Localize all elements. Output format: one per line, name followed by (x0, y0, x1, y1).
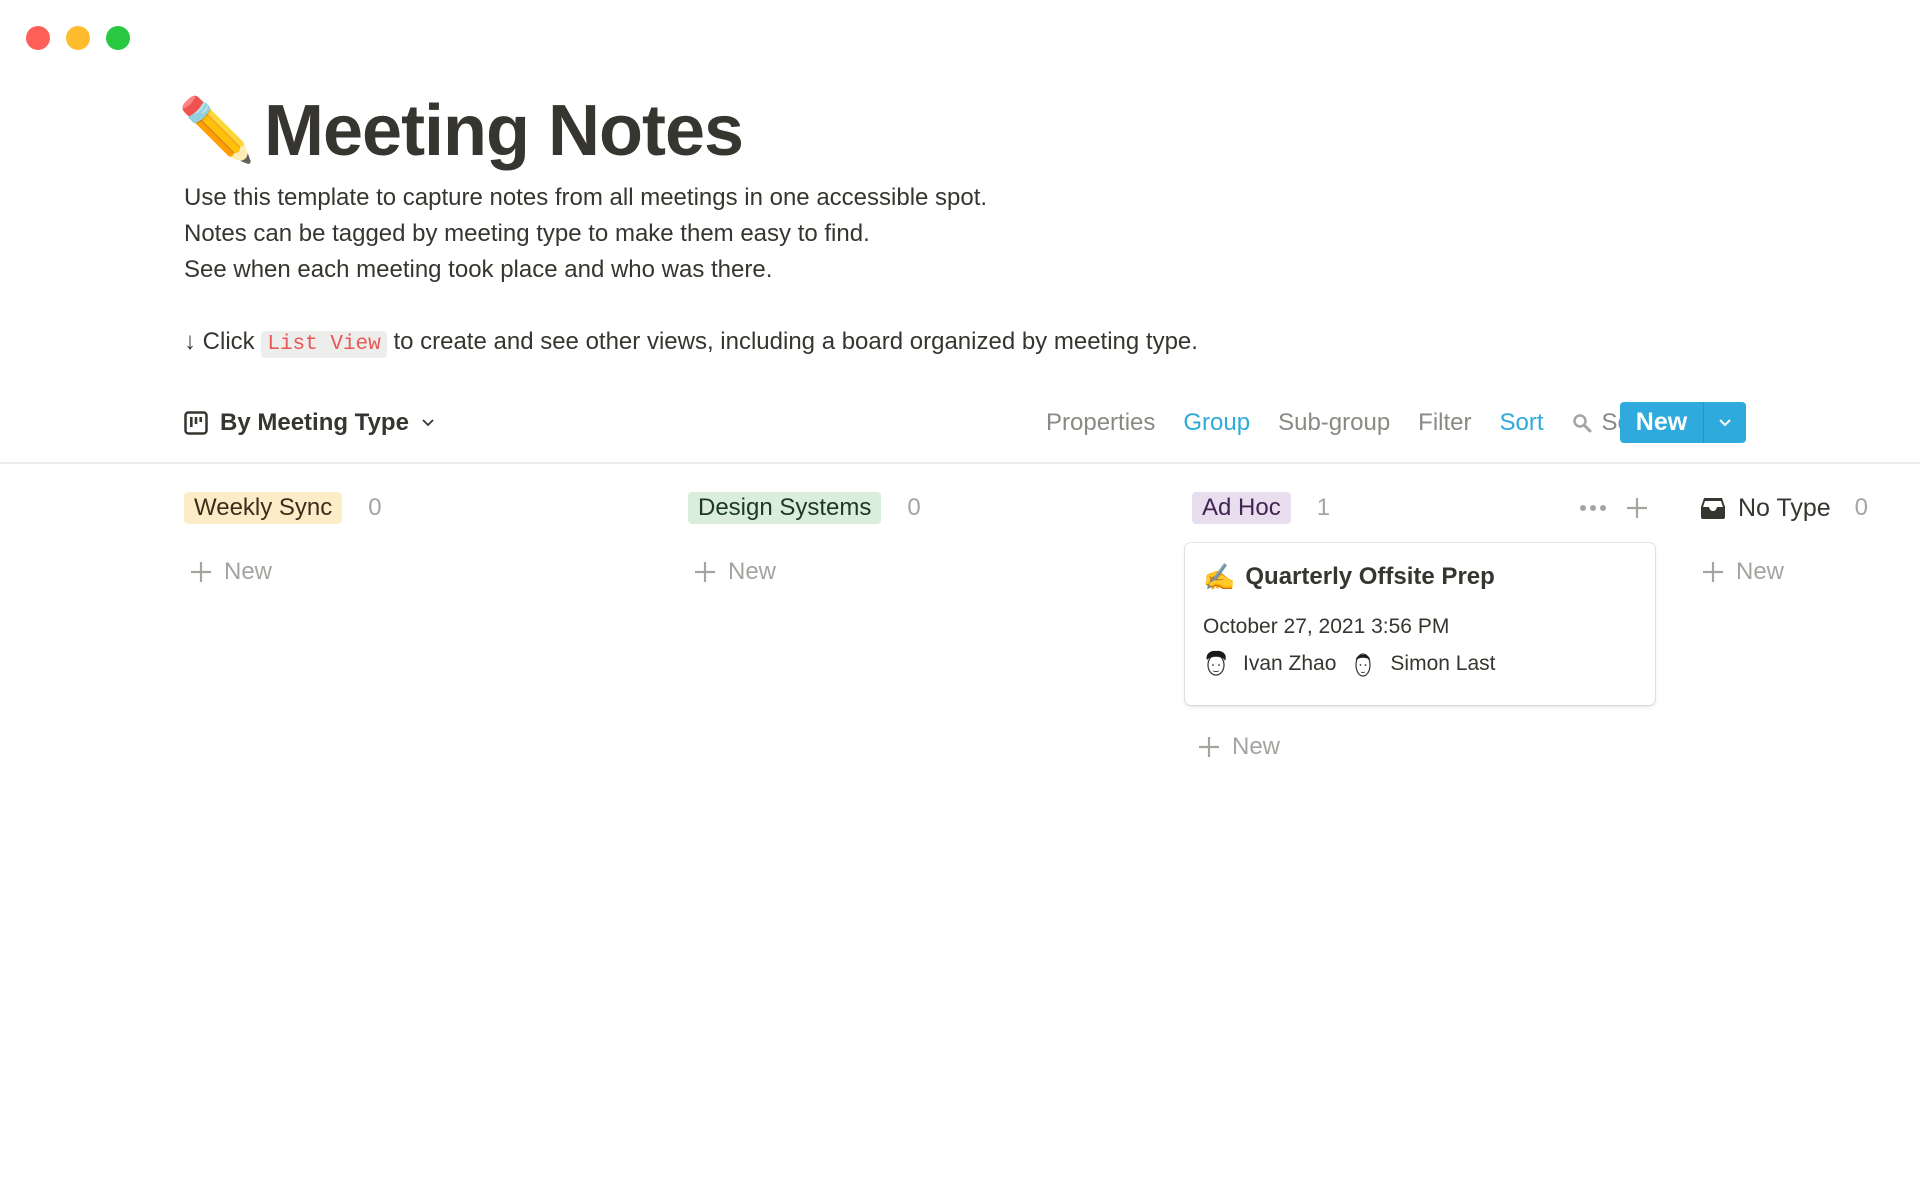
card-title-text: Quarterly Offsite Prep (1245, 563, 1495, 590)
sort-button[interactable]: Sort (1500, 409, 1544, 437)
group-tag[interactable]: Design Systems (688, 492, 882, 524)
inbox-icon (1701, 498, 1725, 519)
card-title: ✍️ Quarterly Offsite Prep (1203, 559, 1637, 595)
group-tag[interactable]: Weekly Sync (184, 492, 343, 524)
view-name: By Meeting Type (220, 409, 409, 436)
group-count: 0 (907, 494, 921, 521)
column-header: No Type 0 (1700, 490, 1920, 526)
page-header: ✏️ Meeting Notes (178, 86, 744, 176)
hint-suffix: to create and see other views, including… (393, 328, 1198, 355)
avatar-icon (1206, 650, 1226, 676)
attendee-name: Simon Last (1390, 652, 1496, 675)
add-new-label: New (1232, 733, 1281, 760)
column-header: Weekly Sync 0 (184, 490, 654, 526)
plus-icon (191, 562, 211, 582)
group-tag[interactable]: Ad Hoc (1192, 492, 1291, 524)
add-new-card-button[interactable]: New (694, 554, 1158, 590)
description-line: Notes can be tagged by meeting type to m… (184, 220, 870, 247)
board-column-design-systems: Design Systems 0 New (688, 490, 1158, 590)
maximize-window-button[interactable] (106, 26, 130, 50)
attendee-name: Ivan Zhao (1243, 652, 1337, 675)
attendee: Ivan Zhao (1203, 650, 1336, 678)
plus-icon[interactable] (1626, 497, 1648, 519)
add-new-card-button[interactable]: New (1198, 729, 1662, 765)
pencil-icon[interactable]: ✏️ (178, 100, 256, 162)
card-date: October 27, 2021 3:56 PM (1203, 615, 1450, 638)
page-title[interactable]: Meeting Notes (264, 86, 744, 176)
window-controls (26, 26, 130, 50)
plus-icon (1703, 562, 1723, 582)
group-button[interactable]: Group (1183, 409, 1250, 437)
new-button-group: New (1620, 402, 1746, 443)
chevron-down-icon (422, 419, 434, 427)
card-attendees: Ivan Zhao Simon Last (1203, 649, 1637, 679)
filter-button[interactable]: Filter (1418, 409, 1471, 437)
chevron-down-icon (1719, 418, 1731, 426)
subgroup-button[interactable]: Sub-group (1278, 409, 1390, 437)
board-column-ad-hoc: Ad Hoc 1 ✍️ Quarterly Offsite Prep Octob… (1185, 490, 1662, 765)
plus-icon (1199, 737, 1219, 757)
view-selector[interactable]: By Meeting Type (184, 400, 435, 446)
column-actions (1580, 490, 1648, 526)
page-description: Use this template to capture notes from … (184, 180, 1198, 363)
hint-line: ↓ Click List View to create and see othe… (184, 324, 1198, 363)
group-count: 0 (1854, 494, 1869, 521)
add-new-label: New (224, 558, 273, 585)
toolbar-divider (0, 462, 1920, 464)
add-new-card-button[interactable]: New (190, 554, 654, 590)
add-new-label: New (728, 558, 777, 585)
new-button[interactable]: New (1620, 402, 1703, 443)
avatar-icon (1355, 653, 1372, 677)
search-icon (1572, 414, 1592, 433)
board-column-no-type: No Type 0 New (1700, 490, 1920, 590)
board-column-weekly-sync: Weekly Sync 0 New (184, 490, 654, 590)
column-more-icon[interactable] (1580, 505, 1606, 511)
inline-code-list-view: List View (261, 331, 387, 358)
attendee: Simon Last (1350, 650, 1495, 678)
group-count: 1 (1316, 494, 1331, 521)
close-window-button[interactable] (26, 26, 50, 50)
group-label[interactable]: No Type (1738, 494, 1831, 523)
board-card[interactable]: ✍️ Quarterly Offsite Prep October 27, 20… (1185, 543, 1655, 705)
add-new-card-button[interactable]: New (1702, 554, 1920, 590)
properties-button[interactable]: Properties (1046, 409, 1155, 437)
description-line: Use this template to capture notes from … (184, 184, 988, 211)
add-new-label: New (1736, 558, 1785, 585)
plus-icon (695, 562, 715, 582)
new-dropdown-button[interactable] (1704, 402, 1746, 443)
minimize-window-button[interactable] (66, 26, 90, 50)
group-count: 0 (368, 494, 382, 521)
hint-prefix: Click (202, 328, 255, 355)
database-toolbar: By Meeting Type Properties Group Sub-gro… (184, 400, 1920, 446)
description-line: See when each meeting took place and who… (184, 256, 773, 283)
board-view-icon (184, 411, 208, 435)
column-header: Ad Hoc 1 (1192, 490, 1662, 526)
column-header: Design Systems 0 (688, 490, 1158, 526)
arrow-down-icon: ↓ (184, 328, 196, 355)
writing-hand-icon: ✍️ (1203, 561, 1236, 592)
